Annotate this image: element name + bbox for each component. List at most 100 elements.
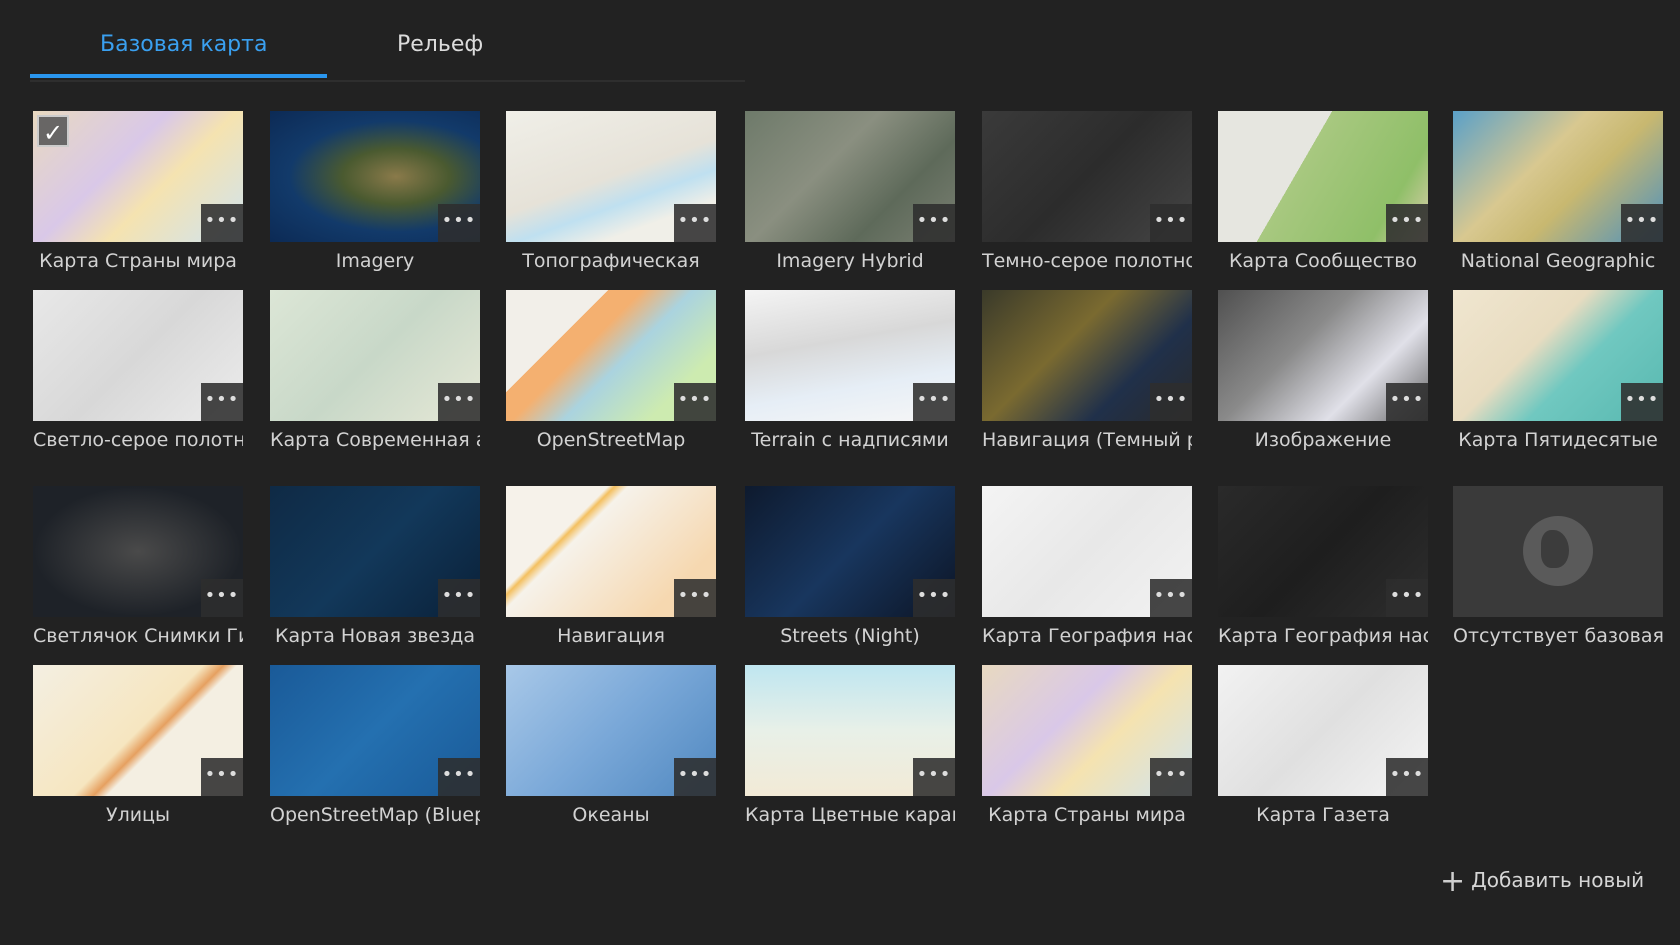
basemap-label: Streets (Night)	[780, 625, 920, 647]
basemap-thumbnail: •••	[982, 486, 1192, 617]
ellipsis-icon[interactable]: •••	[1621, 204, 1663, 242]
add-new-label: Добавить новый	[1471, 868, 1645, 892]
basemap-card[interactable]: ••• Imagery	[270, 111, 480, 272]
ellipsis-icon[interactable]: •••	[674, 383, 716, 421]
basemap-card[interactable]: ••• Навигация (Темный режим)	[982, 290, 1192, 451]
basemap-thumbnail: •••	[745, 486, 955, 617]
basemap-thumbnail: •••	[1453, 290, 1663, 421]
selected-check-icon[interactable]: ✓	[37, 115, 69, 147]
tab-basemap[interactable]: Базовая карта	[100, 32, 267, 57]
basemap-thumbnail	[1453, 486, 1663, 617]
basemap-label: Океаны	[572, 804, 650, 826]
ellipsis-icon[interactable]: •••	[438, 204, 480, 242]
ellipsis-icon[interactable]: •••	[438, 758, 480, 796]
ellipsis-icon[interactable]: •••	[1621, 383, 1663, 421]
basemap-label: Топографическая	[522, 250, 700, 272]
basemap-thumbnail: •••	[1218, 665, 1428, 796]
basemap-thumbnail: ••• ✓	[33, 111, 243, 242]
basemap-label: Светло-серое полотно	[33, 429, 243, 451]
basemap-label: Навигация	[557, 625, 665, 647]
ellipsis-icon[interactable]: •••	[201, 579, 243, 617]
ellipsis-icon[interactable]: •••	[201, 758, 243, 796]
basemap-label: Карта Газета	[1256, 804, 1390, 826]
basemap-label: Карта Цветные карандаши	[745, 804, 955, 826]
plus-icon: +	[1440, 864, 1466, 899]
basemap-card[interactable]: ••• Изображение	[1218, 290, 1428, 451]
ellipsis-icon[interactable]: •••	[1150, 758, 1192, 796]
ellipsis-icon[interactable]: •••	[201, 383, 243, 421]
ellipsis-icon[interactable]: •••	[201, 204, 243, 242]
ellipsis-icon[interactable]: •••	[1150, 579, 1192, 617]
basemap-thumbnail: •••	[270, 111, 480, 242]
basemap-card[interactable]: ••• Карта География населения (темная)	[1218, 486, 1428, 647]
basemap-thumbnail: •••	[270, 665, 480, 796]
ellipsis-icon[interactable]: •••	[438, 383, 480, 421]
basemap-card[interactable]: ••• Карта Газета	[1218, 665, 1428, 826]
tab-elevation[interactable]: Рельеф	[397, 32, 483, 57]
ellipsis-icon[interactable]: •••	[913, 758, 955, 796]
basemap-card[interactable]: ••• Темно-серое полотно	[982, 111, 1192, 272]
basemap-label: Светлячок Снимки Гибрид	[33, 625, 243, 647]
basemap-card[interactable]: ••• Светлячок Снимки Гибрид	[33, 486, 243, 647]
basemap-thumbnail: •••	[1218, 486, 1428, 617]
basemap-thumbnail: •••	[506, 665, 716, 796]
basemap-label: Карта География населения (темная)	[1218, 625, 1428, 647]
ellipsis-icon[interactable]: •••	[438, 579, 480, 617]
basemap-card[interactable]: ••• National Geographic	[1453, 111, 1663, 272]
basemap-thumbnail: •••	[506, 111, 716, 242]
basemap-card[interactable]: ••• Карта Современная античная	[270, 290, 480, 451]
basemap-label: Отсутствует базовая карта	[1453, 625, 1663, 647]
basemap-card[interactable]: ••• Карта Сообщество	[1218, 111, 1428, 272]
basemap-label: OpenStreetMap (Blueprint)	[270, 804, 480, 826]
ellipsis-icon[interactable]: •••	[1150, 204, 1192, 242]
basemap-thumbnail: •••	[982, 290, 1192, 421]
basemap-label: Карта География населения	[982, 625, 1192, 647]
basemap-card[interactable]: ••• Топографическая	[506, 111, 716, 272]
basemap-card[interactable]: ••• Карта Новая звезда	[270, 486, 480, 647]
basemap-card[interactable]: ••• Океаны	[506, 665, 716, 826]
basemap-label: Карта Страны мира	[39, 250, 237, 272]
basemap-thumbnail: •••	[33, 290, 243, 421]
ellipsis-icon[interactable]: •••	[1386, 758, 1428, 796]
basemap-label: Карта Новая звезда	[274, 625, 476, 647]
basemap-thumbnail: •••	[982, 665, 1192, 796]
basemap-card[interactable]: ••• Улицы	[33, 665, 243, 826]
basemap-card[interactable]: ••• OpenStreetMap (Blueprint)	[270, 665, 480, 826]
basemap-card[interactable]: Отсутствует базовая карта	[1453, 486, 1663, 647]
ellipsis-icon[interactable]: •••	[1386, 579, 1428, 617]
basemap-thumbnail: •••	[745, 665, 955, 796]
ellipsis-icon[interactable]: •••	[674, 579, 716, 617]
basemap-label: National Geographic	[1460, 250, 1656, 272]
basemap-card[interactable]: ••• Terrain с надписями	[745, 290, 955, 451]
ellipsis-icon[interactable]: •••	[1150, 383, 1192, 421]
basemap-card[interactable]: ••• Карта Пятидесятые	[1453, 290, 1663, 451]
basemap-label: Imagery	[335, 250, 415, 272]
basemap-card[interactable]: ••• Карта География населения	[982, 486, 1192, 647]
basemap-card[interactable]: ••• OpenStreetMap	[506, 290, 716, 451]
basemap-thumbnail: •••	[1218, 290, 1428, 421]
basemap-card[interactable]: ••• Imagery Hybrid	[745, 111, 955, 272]
basemap-thumbnail: •••	[33, 486, 243, 617]
basemap-card[interactable]: ••• Навигация	[506, 486, 716, 647]
basemap-card[interactable]: ••• Streets (Night)	[745, 486, 955, 647]
ellipsis-icon[interactable]: •••	[1386, 204, 1428, 242]
basemap-thumbnail: •••	[506, 486, 716, 617]
ellipsis-icon[interactable]: •••	[1386, 383, 1428, 421]
basemap-label: Terrain с надписями	[751, 429, 949, 451]
basemap-thumbnail: •••	[506, 290, 716, 421]
active-tab-indicator	[30, 74, 327, 78]
basemap-thumbnail: •••	[1218, 111, 1428, 242]
basemap-card[interactable]: ••• ✓ Карта Страны мира	[33, 111, 243, 272]
ellipsis-icon[interactable]: •••	[674, 204, 716, 242]
basemap-card[interactable]: ••• Карта Цветные карандаши	[745, 665, 955, 826]
add-new-button[interactable]: + Добавить новый	[1440, 864, 1644, 899]
ellipsis-icon[interactable]: •••	[913, 579, 955, 617]
basemap-card[interactable]: ••• Светло-серое полотно	[33, 290, 243, 451]
basemap-card[interactable]: ••• Карта Страны мира	[982, 665, 1192, 826]
ellipsis-icon[interactable]: •••	[913, 204, 955, 242]
ellipsis-icon[interactable]: •••	[674, 758, 716, 796]
ellipsis-icon[interactable]: •••	[913, 383, 955, 421]
basemap-label: Темно-серое полотно	[982, 250, 1192, 272]
basemap-tabs: Базовая карта Рельеф	[30, 0, 745, 82]
globe-icon	[1523, 516, 1593, 586]
